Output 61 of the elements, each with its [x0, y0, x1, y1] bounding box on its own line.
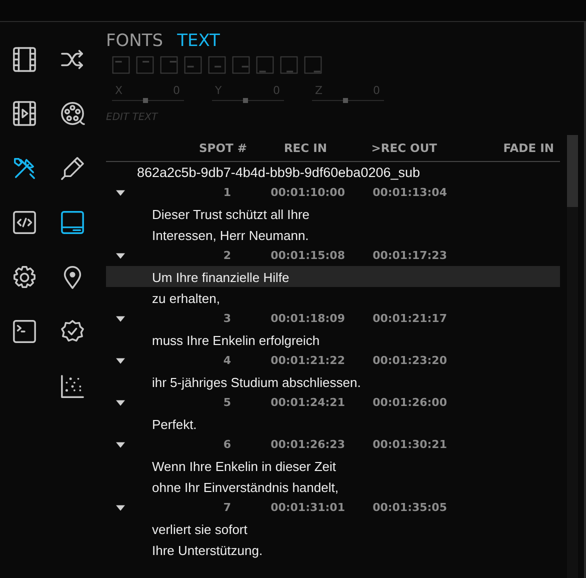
column-header: >REC OUT	[370, 141, 437, 155]
table-cell-text: 00:01:24:21	[270, 396, 345, 409]
table-cell-text: 00:01:35:05	[372, 501, 447, 514]
collapse-arrow-icon[interactable]	[116, 400, 124, 406]
tab[interactable]: TEXT	[177, 31, 220, 51]
table-cell-text: 2	[222, 249, 231, 262]
scatter-plot-icon[interactable]	[60, 374, 84, 399]
group-title: 862a2c5b-9db7-4b4d-bb9b-9df60eba0206_sub	[136, 164, 421, 182]
tab[interactable]: FONTS	[106, 31, 164, 51]
subtitle-line[interactable]: Ihre Unterstützung.	[106, 539, 560, 560]
slider-thumb[interactable]	[242, 98, 248, 103]
scrollbar-thumb[interactable]	[567, 135, 578, 207]
table-cell-text: 00:01:31:01	[270, 501, 345, 514]
check-badge-icon[interactable]	[60, 319, 84, 344]
tools-icon[interactable]	[12, 156, 36, 181]
collapse-arrow-icon[interactable]	[116, 504, 124, 510]
table-cell-text: 00:01:15:08	[270, 249, 345, 262]
panel-icon[interactable]	[60, 210, 84, 236]
subtitle-line[interactable]: ohne Ihr Einverständnis handelt,	[106, 476, 560, 497]
table-cell-text: 00:01:13:04	[372, 186, 447, 199]
table-cell-text: 00:01:26:00	[372, 396, 447, 409]
table-cell-text: 00:01:26:23	[270, 438, 345, 451]
video-icon[interactable]	[12, 101, 36, 126]
collapse-arrow-icon[interactable]	[116, 358, 124, 364]
table-cell-text: 00:01:21:17	[372, 312, 447, 325]
table-cell-text: 5	[222, 396, 231, 409]
column-header: REC IN	[282, 141, 328, 155]
table-cell-text: 7	[222, 501, 231, 514]
subtitle-line[interactable]: Dieser Trust schützt all Ihre	[106, 203, 560, 224]
table-cell-text: 00:01:21:22	[270, 354, 345, 367]
code-icon[interactable]	[12, 210, 36, 236]
table-cell-text: 00:01:18:09	[270, 312, 345, 325]
slider-thumb[interactable]	[342, 98, 348, 103]
scrollbar-track[interactable]	[567, 135, 578, 578]
film-icon[interactable]	[12, 46, 36, 72]
subtitle-line[interactable]: Perfekt.	[106, 413, 560, 434]
collapse-arrow-icon[interactable]	[116, 252, 124, 258]
film-reel-icon[interactable]	[60, 101, 84, 126]
collapse-arrow-icon[interactable]	[116, 190, 124, 196]
slider-thumb[interactable]	[142, 98, 148, 103]
table-cell-text: 00:01:10:00	[270, 186, 345, 199]
table-cell-text: 00:01:30:21	[372, 438, 447, 451]
table-cell-text: 6	[222, 438, 231, 451]
column-header: SPOT #	[198, 141, 247, 155]
pen-icon[interactable]	[60, 156, 84, 181]
subtitle-line[interactable]: zu erhalten,	[106, 287, 560, 308]
table-cell-text: 00:01:17:23	[372, 249, 447, 262]
table-cell-text: 4	[222, 354, 231, 367]
table-cell-text: 1	[222, 186, 231, 199]
subtitle-line[interactable]: ihr 5-jähriges Studium abschliessen.	[106, 371, 560, 392]
collapse-arrow-icon[interactable]	[116, 442, 124, 448]
terminal-icon[interactable]	[12, 319, 36, 344]
subtitle-line[interactable]: verliert sie sofort	[106, 518, 560, 539]
table-cell-text: 3	[222, 312, 231, 325]
column-header: FADE IN	[502, 141, 554, 155]
collapse-arrow-icon[interactable]	[116, 316, 124, 322]
subtitle-line[interactable]: muss Ihre Enkelin erfolgreich	[106, 329, 560, 350]
settings-icon[interactable]	[12, 264, 36, 290]
subtitle-line[interactable]: Interessen, Herr Neumann.	[106, 224, 560, 245]
subtitle-line[interactable]: Wenn Ihre Enkelin in dieser Zeit	[106, 455, 560, 476]
table-cell-text: 00:01:23:20	[372, 354, 447, 367]
